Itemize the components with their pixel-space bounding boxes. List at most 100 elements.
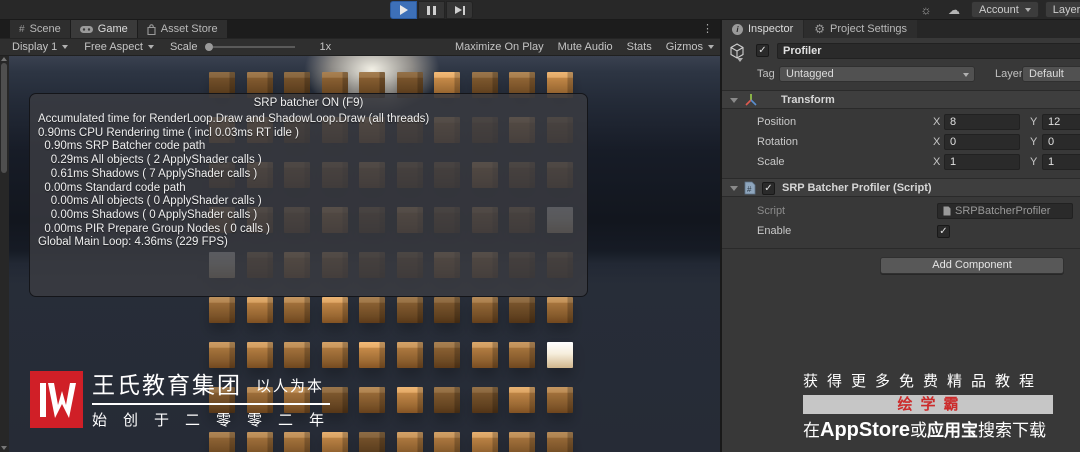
- brand-name: 王氏教育集团: [92, 372, 242, 398]
- slider-knob[interactable]: [205, 43, 213, 51]
- tab-inspector[interactable]: i Inspector: [722, 20, 803, 38]
- cube: [509, 342, 535, 368]
- cube: [397, 432, 423, 452]
- scale-label: Scale: [170, 41, 198, 53]
- toolbar-right: ☼ ☁ Account Layers: [915, 1, 1080, 18]
- chevron-down-icon: [963, 73, 969, 77]
- promo-line: 获得更多免费精品教程: [803, 370, 1053, 391]
- overlay-line: 0.00ms PIR Prepare Group Nodes ( 0 calls…: [38, 223, 579, 237]
- game-view-toolbar: Display 1 Free Aspect Scale 1x Maximize …: [0, 38, 720, 56]
- step-icon: [455, 6, 465, 15]
- scrollbar-thumb[interactable]: [1, 63, 7, 173]
- layers-dropdown[interactable]: Layers: [1045, 1, 1080, 18]
- y-axis-label: Y: [1030, 156, 1037, 168]
- transform-title: Transform: [781, 94, 835, 106]
- transform-header[interactable]: Transform: [722, 90, 1080, 109]
- info-icon: i: [732, 24, 743, 35]
- foldout-icon[interactable]: [730, 98, 738, 103]
- component-enabled-checkbox[interactable]: ✓: [762, 182, 775, 195]
- activity-spinner-icon[interactable]: ☼: [915, 3, 937, 17]
- cube: [509, 432, 535, 452]
- overlay-body: Accumulated time for RenderLoop.Draw and…: [30, 109, 587, 250]
- add-component-button[interactable]: Add Component: [880, 257, 1064, 274]
- kebab-menu-icon[interactable]: ⋮: [695, 20, 720, 38]
- play-button[interactable]: [390, 1, 417, 19]
- play-controls: [390, 1, 473, 19]
- cube: [434, 297, 460, 323]
- y-axis-label: Y: [1030, 136, 1037, 148]
- account-dropdown[interactable]: Account: [971, 1, 1039, 18]
- cube: [322, 342, 348, 368]
- scale-row-label: Scale: [757, 156, 785, 168]
- brand-motto: 以人为本: [256, 376, 324, 398]
- tab-asset-store[interactable]: Asset Store: [138, 20, 227, 38]
- position-x-field[interactable]: 8: [944, 114, 1020, 130]
- unity-editor-window: ☼ ☁ Account Layers # Scene Game Asset St…: [0, 0, 1080, 452]
- scale-x-field[interactable]: 1: [944, 154, 1020, 170]
- inspector-tab-bar: i Inspector ⚙ Project Settings: [722, 20, 1080, 38]
- srp-batcher-overlay: SRP batcher ON (F9) Accumulated time for…: [29, 93, 588, 297]
- appstore-text: AppStore: [820, 419, 910, 442]
- mute-audio-toggle[interactable]: Mute Audio: [558, 41, 613, 53]
- rotation-x-field[interactable]: 0: [944, 134, 1020, 150]
- scale-row: Scale X 1 Y 1: [722, 153, 1080, 173]
- tab-game[interactable]: Game: [71, 20, 137, 38]
- active-checkbox[interactable]: ✓: [756, 44, 769, 57]
- slider-track[interactable]: [213, 46, 295, 48]
- gamepad-icon: [80, 25, 93, 34]
- script-row: Script SRPBatcherProfiler: [722, 202, 1080, 222]
- tag-layer-row: Tag Untagged Layer Default: [722, 65, 1080, 85]
- tag-value: Untagged: [786, 68, 834, 80]
- script-icon: #: [744, 181, 756, 195]
- tag-dropdown[interactable]: Untagged: [779, 66, 975, 82]
- cube: [397, 387, 423, 413]
- cube: [472, 342, 498, 368]
- overlay-line: 0.90ms CPU Rendering time ( incl 0.03ms …: [38, 127, 579, 141]
- script-value: SRPBatcherProfiler: [955, 205, 1050, 217]
- game-toolbar-right: Maximize On Play Mute Audio Stats Gizmos: [455, 41, 714, 53]
- scroll-down-icon[interactable]: [1, 446, 7, 450]
- script-file-icon: [943, 206, 951, 216]
- position-y-field[interactable]: 12: [1042, 114, 1080, 130]
- cloud-services-icon[interactable]: ☁: [943, 3, 965, 17]
- overlay-line: 0.90ms SRP Batcher code path: [38, 140, 579, 154]
- cube: [547, 297, 573, 323]
- script-component-header[interactable]: # ✓ SRP Batcher Profiler (Script): [722, 178, 1080, 197]
- download-line: 在 AppStore 或 应用宝 搜索下载: [803, 416, 1053, 442]
- cube-icon[interactable]: [728, 42, 746, 60]
- transform-icon: [744, 93, 758, 107]
- maximize-on-play-toggle[interactable]: Maximize On Play: [455, 41, 544, 53]
- pause-button[interactable]: [418, 1, 445, 19]
- overlay-line: 0.29ms All objects ( 2 ApplyShader calls…: [38, 154, 579, 168]
- scale-slider[interactable]: [205, 43, 295, 51]
- enable-checkbox[interactable]: ✓: [937, 225, 950, 238]
- cube: [547, 432, 573, 452]
- tab-inspector-label: Inspector: [748, 23, 793, 35]
- stats-toggle[interactable]: Stats: [627, 41, 652, 53]
- script-reference-field[interactable]: SRPBatcherProfiler: [937, 203, 1073, 219]
- divider: [722, 248, 1080, 249]
- display-dropdown[interactable]: Display 1: [12, 41, 68, 53]
- overlay-line: 0.00ms All objects ( 0 ApplyShader calls…: [38, 195, 579, 209]
- scale-y-field[interactable]: 1: [1042, 154, 1080, 170]
- cube: [322, 432, 348, 452]
- watermark-left: 王氏教育集团 以人为本 始创于二零零二年: [30, 371, 340, 430]
- layer-dropdown[interactable]: Default: [1022, 66, 1080, 82]
- main-toolbar: ☼ ☁ Account Layers: [0, 0, 1080, 20]
- scroll-up-icon[interactable]: [1, 57, 7, 61]
- cube: [472, 432, 498, 452]
- foldout-icon[interactable]: [730, 186, 738, 191]
- gizmos-dropdown[interactable]: Gizmos: [666, 41, 714, 53]
- cube: [247, 297, 273, 323]
- aspect-dropdown[interactable]: Free Aspect: [84, 41, 154, 53]
- rotation-y-field[interactable]: 0: [1042, 134, 1080, 150]
- gameobject-header: ✓ Profiler: [722, 41, 1080, 63]
- tab-scene[interactable]: # Scene: [10, 20, 70, 38]
- left-scrollbar[interactable]: [0, 56, 9, 452]
- tab-project-settings[interactable]: ⚙ Project Settings: [804, 20, 917, 38]
- object-name-field[interactable]: Profiler: [777, 43, 1080, 59]
- step-button[interactable]: [446, 1, 473, 19]
- x-axis-label: X: [933, 116, 940, 128]
- cube: [434, 387, 460, 413]
- script-label: Script: [757, 205, 785, 217]
